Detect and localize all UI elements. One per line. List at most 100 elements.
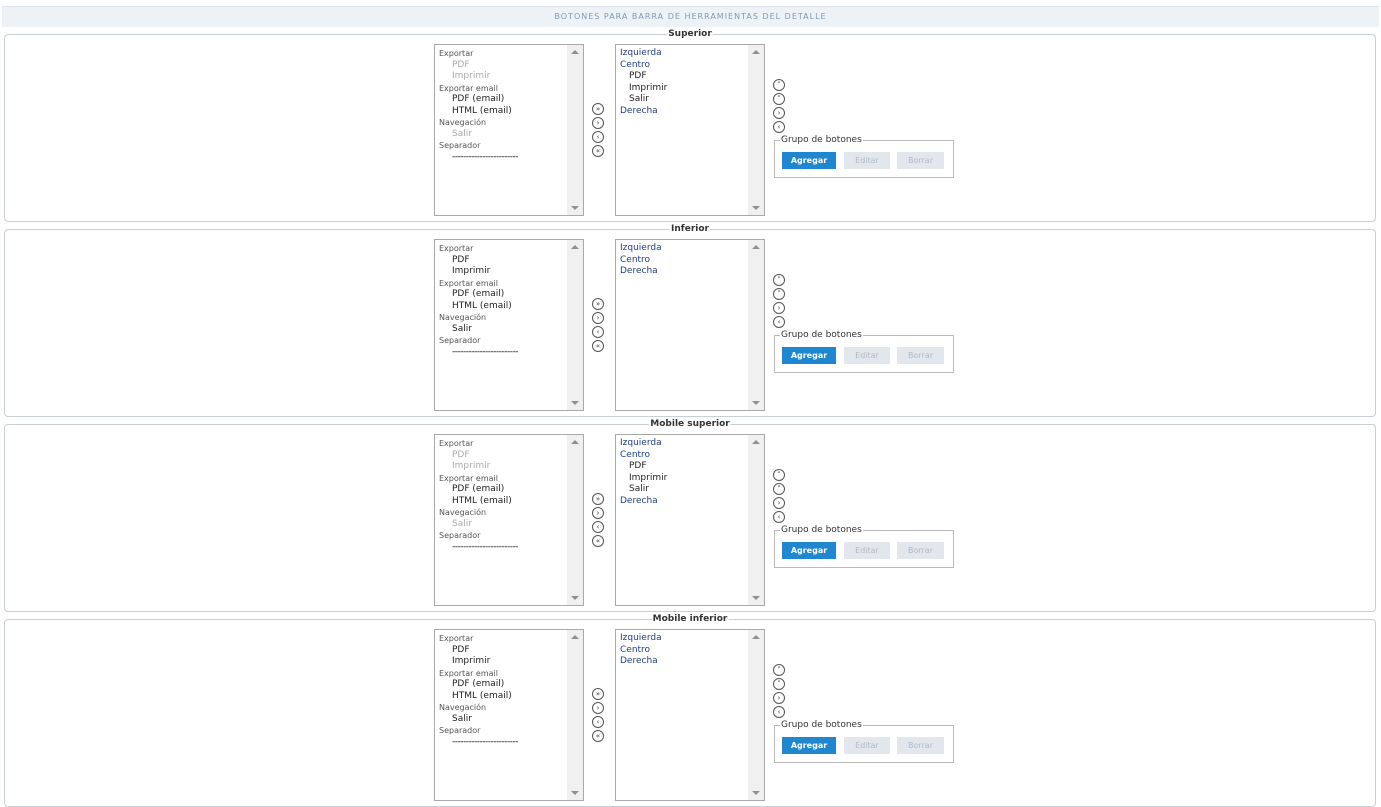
scroll-down-icon[interactable] [571,401,579,405]
move-all-left-button[interactable]: « [592,340,604,352]
scroll-down-icon[interactable] [571,206,579,210]
list-item[interactable]: ------------------------ [439,347,563,359]
scroll-down-icon[interactable] [752,401,760,405]
move-down-button[interactable]: ˅ [773,288,785,300]
move-down-button[interactable]: ˅ [773,93,785,105]
list-item[interactable]: HTML (email) [439,691,563,703]
list-item[interactable]: Imprimir [620,473,744,485]
scrollbar[interactable] [567,435,583,605]
scroll-up-icon[interactable] [571,440,579,444]
list-item[interactable]: PDF [620,71,744,83]
list-item[interactable]: ------------------------ [439,737,563,749]
next-button[interactable]: › [773,497,785,509]
add-button[interactable]: Agregar [782,152,836,169]
selected-buttons-list[interactable]: Izquierda Centro PDF Imprimir Salir Derecha [615,434,765,606]
move-down-button[interactable]: ˅ [773,678,785,690]
previous-button[interactable]: ‹ [773,511,785,523]
add-button[interactable]: Agregar [782,347,836,364]
zone-item[interactable]: Centro [620,450,744,462]
zone-item[interactable]: Centro [620,645,744,657]
list-item[interactable]: Imprimir [620,83,744,95]
edit-button[interactable]: Editar [844,347,890,364]
move-right-button[interactable]: › [592,702,604,714]
move-left-button[interactable]: ‹ [592,326,604,338]
move-down-button[interactable]: ˅ [773,483,785,495]
move-up-button[interactable]: ˄ [773,469,785,481]
delete-button[interactable]: Borrar [897,347,944,364]
edit-button[interactable]: Editar [844,737,890,754]
list-item[interactable]: Salir [439,714,563,726]
zone-item[interactable]: Izquierda [620,633,744,645]
scrollbar[interactable] [567,630,583,800]
scrollbar[interactable] [748,45,764,215]
list-item[interactable]: PDF (email) [439,484,563,496]
list-item[interactable]: PDF [439,645,563,657]
available-buttons-list[interactable]: Exportar PDF Imprimir Exportar email PDF (em… [434,629,584,801]
delete-button[interactable]: Borrar [897,737,944,754]
move-right-button[interactable]: › [592,507,604,519]
scroll-up-icon[interactable] [752,635,760,639]
zone-item[interactable]: Izquierda [620,438,744,450]
move-all-left-button[interactable]: « [592,535,604,547]
add-button[interactable]: Agregar [782,542,836,559]
selected-buttons-list[interactable]: Izquierda Centro PDF Imprimir Salir Derecha [615,44,765,216]
scroll-down-icon[interactable] [752,206,760,210]
list-item[interactable]: PDF (email) [439,94,563,106]
zone-item[interactable]: Derecha [620,106,744,118]
zone-item[interactable]: Derecha [620,266,744,278]
zone-item[interactable]: Izquierda [620,243,744,255]
edit-button[interactable]: Editar [844,152,890,169]
delete-button[interactable]: Borrar [897,542,944,559]
scroll-down-icon[interactable] [571,791,579,795]
zone-item[interactable]: Centro [620,255,744,267]
list-item[interactable]: Imprimir [439,266,563,278]
move-right-button[interactable]: › [592,312,604,324]
move-all-right-button[interactable]: » [592,493,604,505]
move-up-button[interactable]: ˄ [773,664,785,676]
selected-buttons-list[interactable]: Izquierda Centro Derecha [615,629,765,801]
move-all-right-button[interactable]: » [592,103,604,115]
list-item[interactable]: PDF [620,461,744,473]
zone-item[interactable]: Derecha [620,656,744,668]
scroll-up-icon[interactable] [752,50,760,54]
scrollbar[interactable] [748,630,764,800]
previous-button[interactable]: ‹ [773,121,785,133]
next-button[interactable]: › [773,302,785,314]
available-buttons-list[interactable]: Exportar PDF Imprimir Exportar email PDF (em… [434,44,584,216]
available-buttons-list[interactable]: Exportar PDF Imprimir Exportar email PDF (em… [434,434,584,606]
delete-button[interactable]: Borrar [897,152,944,169]
list-item[interactable]: Imprimir [439,656,563,668]
zone-item[interactable]: Izquierda [620,48,744,60]
list-item[interactable]: ------------------------ [439,542,563,554]
scroll-down-icon[interactable] [571,596,579,600]
list-item[interactable]: HTML (email) [439,106,563,118]
list-item[interactable]: PDF [439,255,563,267]
scroll-up-icon[interactable] [752,440,760,444]
add-button[interactable]: Agregar [782,737,836,754]
scroll-up-icon[interactable] [752,245,760,249]
list-item[interactable]: PDF (email) [439,289,563,301]
previous-button[interactable]: ‹ [773,316,785,328]
move-left-button[interactable]: ‹ [592,521,604,533]
move-left-button[interactable]: ‹ [592,131,604,143]
selected-buttons-list[interactable]: Izquierda Centro Derecha [615,239,765,411]
move-up-button[interactable]: ˄ [773,79,785,91]
scroll-up-icon[interactable] [571,50,579,54]
scroll-down-icon[interactable] [752,596,760,600]
move-all-left-button[interactable]: « [592,730,604,742]
list-item[interactable]: PDF (email) [439,679,563,691]
previous-button[interactable]: ‹ [773,706,785,718]
list-item[interactable]: HTML (email) [439,496,563,508]
scrollbar[interactable] [748,435,764,605]
move-all-left-button[interactable]: « [592,145,604,157]
list-item[interactable]: Salir [439,324,563,336]
scrollbar[interactable] [567,45,583,215]
zone-item[interactable]: Centro [620,60,744,72]
move-up-button[interactable]: ˄ [773,274,785,286]
list-item[interactable]: Salir [620,94,744,106]
scroll-up-icon[interactable] [571,635,579,639]
scroll-up-icon[interactable] [571,245,579,249]
move-left-button[interactable]: ‹ [592,716,604,728]
scrollbar[interactable] [567,240,583,410]
list-item[interactable]: Salir [620,484,744,496]
